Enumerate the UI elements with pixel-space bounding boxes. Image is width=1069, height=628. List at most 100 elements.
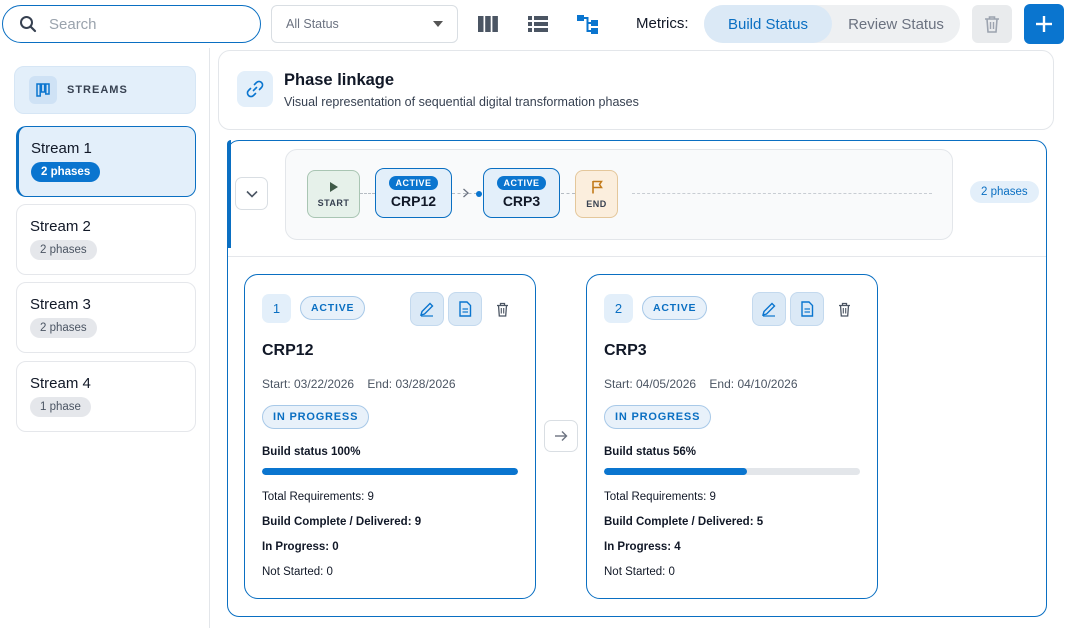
start-date: Start: 04/05/2026	[604, 377, 697, 391]
edit-button[interactable]	[410, 292, 444, 326]
stream-item-1[interactable]: Stream 1 2 phases	[16, 126, 196, 197]
page-subtitle: Visual representation of sequential digi…	[284, 95, 639, 109]
phase-dates: Start: 03/22/2026 End: 03/28/2026	[262, 377, 466, 391]
build-complete-count: Build Complete / Delivered: 5	[604, 516, 764, 528]
delete-button[interactable]	[972, 5, 1012, 43]
phase-state-badge: ACTIVE	[300, 296, 366, 320]
metrics-toggle: Build Status Review Status	[704, 5, 960, 43]
timeline-phase-crp3[interactable]: ACTIVE CRP3	[483, 168, 560, 218]
streams-sidebar: STREAMS Stream 1 2 phases Stream 2 2 pha…	[0, 48, 210, 628]
stream-name: Stream 2	[30, 218, 91, 235]
link-icon	[237, 71, 273, 107]
document-icon	[459, 301, 472, 317]
delete-phase-button[interactable]	[836, 300, 852, 318]
list-view-icon	[528, 16, 548, 32]
trash-icon	[985, 16, 999, 33]
total-requirements: Total Requirements: 9	[604, 491, 716, 503]
build-status-option[interactable]: Build Status	[704, 5, 832, 43]
phase-card-crp12[interactable]: 1 ACTIVE CRP12 Start: 03/22/2026 End: 03…	[244, 274, 536, 599]
chevron-down-icon	[245, 190, 258, 198]
status-filter-value: All Status	[286, 17, 339, 31]
document-icon	[801, 301, 814, 317]
stream-item-4[interactable]: Stream 4 1 phase	[16, 361, 196, 432]
build-progress-fill	[604, 468, 748, 475]
streams-icon	[29, 76, 57, 104]
collapse-button[interactable]	[235, 177, 268, 210]
timeline-trailing-line	[632, 193, 932, 194]
timeline-dot	[476, 191, 482, 197]
in-progress-count: In Progress: 0	[262, 541, 339, 553]
pencil-icon	[419, 302, 434, 317]
stream-item-3[interactable]: Stream 3 2 phases	[16, 282, 196, 353]
build-progress-bar	[604, 468, 860, 475]
review-status-option[interactable]: Review Status	[832, 5, 960, 43]
document-button[interactable]	[448, 292, 482, 326]
stream-phase-count: 2 phases	[30, 318, 97, 338]
stream-name: Stream 1	[31, 140, 92, 157]
timeline-connector	[360, 193, 375, 194]
stream-phase-count: 2 phases	[31, 162, 101, 182]
phase-card-crp3[interactable]: 2 ACTIVE CRP3 Start: 04/05/2026 End: 04/…	[586, 274, 878, 599]
build-progress-fill	[262, 468, 518, 475]
list-view-button[interactable]	[526, 12, 550, 36]
phase-name: CRP3	[502, 193, 541, 209]
stream-phase-count: 1 phase	[30, 397, 91, 417]
end-date: End: 03/28/2026	[367, 377, 456, 391]
stream-name: Stream 3	[30, 296, 91, 313]
end-date: End: 04/10/2026	[709, 377, 798, 391]
in-progress-count: In Progress: 4	[604, 541, 681, 553]
timeline-start-node: START	[307, 170, 360, 218]
stream-phase-count: 2 phases	[30, 240, 97, 260]
board-view-button[interactable]	[476, 12, 500, 36]
plus-icon	[1036, 16, 1052, 32]
start-label: START	[317, 197, 350, 208]
progress-state-badge: IN PROGRESS	[604, 405, 712, 429]
panel-divider	[228, 256, 1046, 257]
play-icon	[329, 181, 338, 192]
start-date: Start: 03/22/2026	[262, 377, 355, 391]
phase-index: 2	[604, 294, 633, 323]
stream-item-2[interactable]: Stream 2 2 phases	[16, 204, 196, 275]
app-page: All Status Metrics: Build Status Review …	[0, 0, 1069, 628]
phase-linkage-header: Phase linkage Visual representation of s…	[218, 50, 1054, 130]
phase-status-badge: ACTIVE	[389, 176, 438, 190]
board-view-icon	[478, 16, 498, 32]
progress-state-badge: IN PROGRESS	[262, 405, 370, 429]
phase-index: 1	[262, 294, 291, 323]
trash-icon	[496, 302, 508, 317]
hierarchy-view-icon	[577, 15, 598, 34]
build-progress-bar	[262, 468, 518, 475]
phase-status-badge: ACTIVE	[497, 176, 546, 190]
chevron-right-icon	[463, 188, 469, 198]
phase-card-title: CRP3	[604, 342, 647, 359]
phase-state-badge: ACTIVE	[642, 296, 708, 320]
search-box[interactable]	[2, 5, 261, 43]
panel-accent	[227, 140, 231, 248]
end-label: END	[586, 198, 607, 209]
document-button[interactable]	[790, 292, 824, 326]
edit-button[interactable]	[752, 292, 786, 326]
not-started-count: Not Started: 0	[262, 566, 333, 578]
add-button[interactable]	[1024, 4, 1064, 44]
page-title: Phase linkage	[284, 71, 395, 89]
streams-header: STREAMS	[14, 66, 196, 114]
phase-dates: Start: 04/05/2026 End: 04/10/2026	[604, 377, 808, 391]
hierarchy-view-button[interactable]	[576, 12, 600, 36]
timeline-end-node: END	[575, 170, 618, 218]
status-filter-select[interactable]: All Status	[271, 5, 458, 43]
trash-icon	[838, 302, 850, 317]
search-input[interactable]	[49, 15, 229, 33]
search-icon	[20, 16, 37, 33]
pencil-icon	[761, 302, 776, 317]
phase-name: CRP12	[390, 193, 437, 209]
delete-phase-button[interactable]	[494, 300, 510, 318]
timeline-phase-crp12[interactable]: ACTIVE CRP12	[375, 168, 452, 218]
build-status-label: Build status 100%	[262, 446, 361, 458]
timeline-connector	[561, 193, 575, 194]
build-complete-count: Build Complete / Delivered: 9	[262, 516, 422, 528]
stream-name: Stream 4	[30, 375, 91, 392]
chevron-down-icon	[433, 21, 443, 27]
next-phase-button[interactable]	[544, 420, 578, 452]
phase-card-title: CRP12	[262, 342, 314, 359]
build-status-label: Build status 56%	[604, 446, 697, 458]
